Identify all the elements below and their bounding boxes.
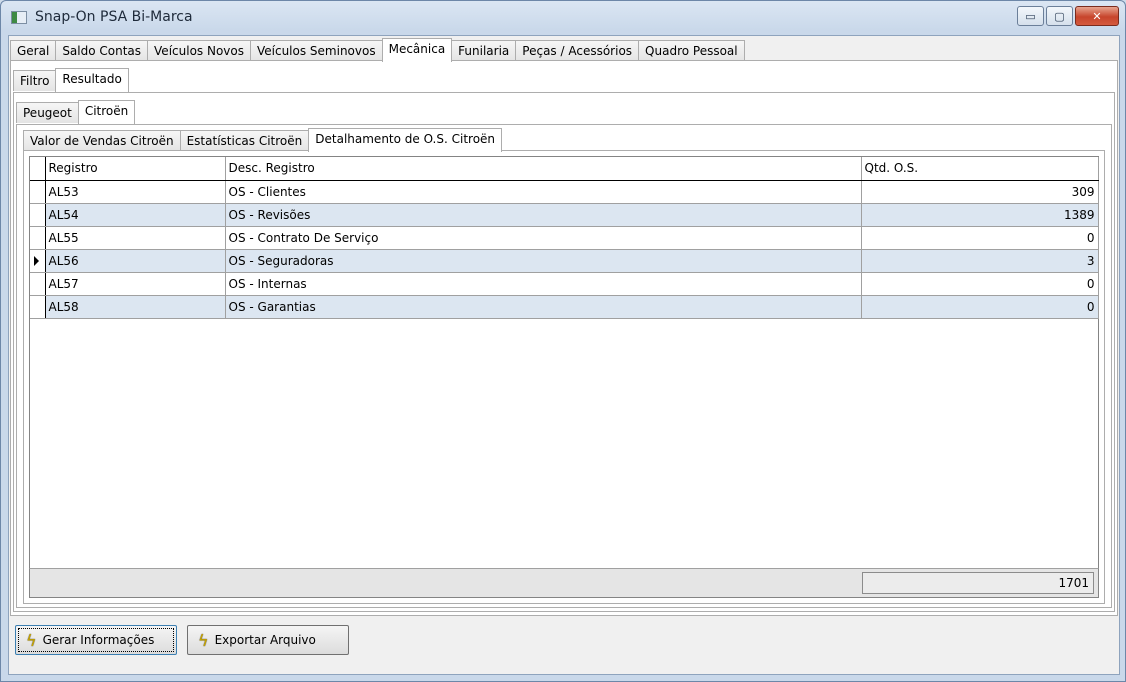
cell-desc[interactable]: OS - Internas <box>225 272 862 296</box>
tab-filtro[interactable]: Filtro <box>13 70 57 91</box>
client-area: Geral Saldo Contas Veículos Novos Veícul… <box>8 35 1120 675</box>
cell-qtd[interactable]: 0 <box>861 295 1099 319</box>
tab-saldo-contas[interactable]: Saldo Contas <box>55 40 149 61</box>
exportar-arquivo-label: Exportar Arquivo <box>214 633 316 647</box>
row-indicator[interactable] <box>30 203 46 227</box>
tab-resultado[interactable]: Resultado <box>55 68 129 92</box>
cell-qtd[interactable]: 1389 <box>861 203 1099 227</box>
lightning-bolt-icon: ϟ <box>26 630 37 650</box>
cell-qtd[interactable]: 309 <box>861 180 1099 204</box>
cell-desc[interactable]: OS - Clientes <box>225 180 862 204</box>
window-controls: ▭ ▢ ✕ <box>1017 6 1119 26</box>
column-header-registro[interactable]: Registro <box>45 157 226 181</box>
row-indicator[interactable] <box>30 226 46 250</box>
tab-veiculos-novos[interactable]: Veículos Novos <box>147 40 251 61</box>
cell-registro[interactable]: AL55 <box>45 226 226 250</box>
tab-pecas-acessorios[interactable]: Peças / Acessórios <box>515 40 640 61</box>
tab-geral[interactable]: Geral <box>10 40 57 61</box>
tab-peugeot[interactable]: Peugeot <box>16 102 79 123</box>
current-row-arrow-icon <box>34 255 39 266</box>
row-indicator-header <box>30 157 46 181</box>
cell-registro[interactable]: AL58 <box>45 295 226 319</box>
close-button[interactable]: ✕ <box>1075 6 1119 26</box>
tab-veiculos-seminovos[interactable]: Veículos Seminovos <box>249 40 383 61</box>
table-row[interactable]: AL53 OS - Clientes 309 <box>30 180 1099 204</box>
app-icon <box>11 11 27 24</box>
row-indicator[interactable] <box>30 180 46 204</box>
gerar-informacoes-button[interactable]: ϟ Gerar Informações <box>15 625 177 655</box>
tab-estatisticas-citroen[interactable]: Estatísticas Citroën <box>179 130 310 151</box>
grid-footer: 1701 <box>29 568 1099 598</box>
detail-tab-bar: Valor de Vendas Citroën Estatísticas Cit… <box>23 128 503 152</box>
title-bar[interactable]: Snap-On PSA Bi-Marca ▭ ▢ ✕ <box>1 1 1125 35</box>
cell-desc[interactable]: OS - Seguradoras <box>225 249 862 273</box>
cell-registro[interactable]: AL56 <box>45 249 226 273</box>
column-header-qtd-os[interactable]: Qtd. O.S. <box>861 157 1099 181</box>
cell-desc[interactable]: OS - Garantias <box>225 295 862 319</box>
table-row[interactable]: AL55 OS - Contrato De Serviço 0 <box>30 226 1099 250</box>
gerar-informacoes-label: Gerar Informações <box>42 633 155 647</box>
tab-valor-de-vendas-citroen[interactable]: Valor de Vendas Citroën <box>23 130 181 151</box>
cell-desc[interactable]: OS - Revisões <box>225 203 862 227</box>
cell-qtd[interactable]: 0 <box>861 272 1099 296</box>
os-detail-grid[interactable]: Registro Desc. Registro Qtd. O.S. AL53 O… <box>29 156 1099 598</box>
tab-quadro-pessoal[interactable]: Quadro Pessoal <box>638 40 745 61</box>
table-row[interactable]: AL58 OS - Garantias 0 <box>30 295 1099 319</box>
cell-registro[interactable]: AL53 <box>45 180 226 204</box>
cell-registro[interactable]: AL57 <box>45 272 226 296</box>
table-row-current[interactable]: AL56 OS - Seguradoras 3 <box>30 249 1099 273</box>
tab-detalhamento-os-citroen[interactable]: Detalhamento de O.S. Citroën <box>308 128 503 152</box>
window-title: Snap-On PSA Bi-Marca <box>35 9 193 25</box>
main-tab-bar: Geral Saldo Contas Veículos Novos Veícul… <box>10 38 745 62</box>
sub-tab-bar: Filtro Resultado <box>13 68 129 92</box>
row-indicator[interactable] <box>30 295 46 319</box>
grid-header-row: Registro Desc. Registro Qtd. O.S. <box>30 157 1099 181</box>
grid-table: Registro Desc. Registro Qtd. O.S. AL53 O… <box>30 157 1099 319</box>
tab-citroen[interactable]: Citroën <box>77 100 136 124</box>
cell-qtd[interactable]: 3 <box>861 249 1099 273</box>
cell-desc[interactable]: OS - Contrato De Serviço <box>225 226 862 250</box>
minimize-button[interactable]: ▭ <box>1017 6 1044 26</box>
table-row[interactable]: AL57 OS - Internas 0 <box>30 272 1099 296</box>
brand-tab-bar: Peugeot Citroën <box>16 100 136 124</box>
maximize-button[interactable]: ▢ <box>1046 6 1073 26</box>
tab-funilaria[interactable]: Funilaria <box>451 40 517 61</box>
table-row[interactable]: AL54 OS - Revisões 1389 <box>30 203 1099 227</box>
column-header-desc-registro[interactable]: Desc. Registro <box>225 157 862 181</box>
exportar-arquivo-button[interactable]: ϟ Exportar Arquivo <box>187 625 349 655</box>
app-window: Snap-On PSA Bi-Marca ▭ ▢ ✕ Geral Saldo C… <box>0 0 1126 682</box>
tab-mecanica[interactable]: Mecânica <box>381 38 453 62</box>
cell-registro[interactable]: AL54 <box>45 203 226 227</box>
lightning-bolt-icon: ϟ <box>198 630 209 650</box>
row-indicator[interactable] <box>30 272 46 296</box>
cell-qtd[interactable]: 0 <box>861 226 1099 250</box>
row-indicator[interactable] <box>30 249 46 273</box>
total-qtd-os: 1701 <box>862 572 1094 594</box>
